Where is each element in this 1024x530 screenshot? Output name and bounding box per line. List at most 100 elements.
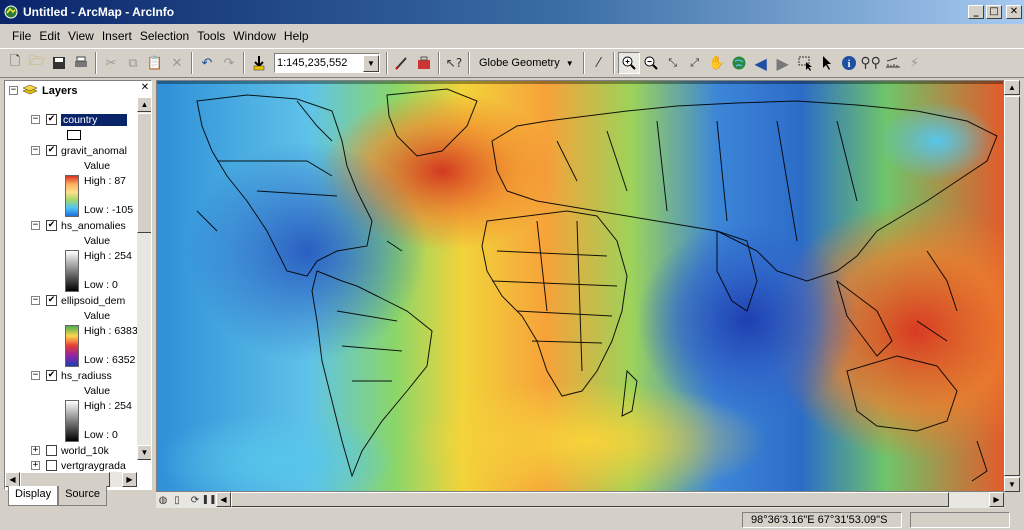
- map-display[interactable]: [156, 80, 1004, 492]
- expand-icon[interactable]: +: [31, 446, 40, 455]
- collapse-icon[interactable]: −: [31, 371, 40, 380]
- layer-hs-anomalies[interactable]: − ✔ hs_anomalies: [31, 218, 126, 233]
- layout-view-page-icon[interactable]: ▯: [170, 493, 184, 507]
- select-elements-arrow-icon[interactable]: [816, 52, 838, 74]
- scrollbar-thumb[interactable]: [231, 492, 949, 507]
- fixed-zoom-out-icon[interactable]: ⤢: [684, 52, 706, 74]
- layer-name[interactable]: hs_radiuss: [61, 370, 112, 382]
- go-back-arrow-icon[interactable]: ◀: [750, 52, 772, 74]
- collapse-icon[interactable]: −: [31, 221, 40, 230]
- map-horizontal-scrollbar[interactable]: ◍ ▯ ⟳ ❚❚ ◀ ▶: [156, 492, 1004, 508]
- tab-source[interactable]: Source: [58, 486, 107, 506]
- scroll-up-arrow-icon[interactable]: ▲: [137, 97, 151, 112]
- zoom-out-icon[interactable]: [640, 52, 662, 74]
- scroll-down-arrow-icon[interactable]: ▼: [137, 445, 151, 460]
- arctoolbox-icon[interactable]: [413, 52, 435, 74]
- fixed-zoom-in-icon[interactable]: ⤡: [662, 52, 684, 74]
- scrollbar-thumb[interactable]: [137, 113, 151, 233]
- print-icon[interactable]: [70, 52, 92, 74]
- close-icon[interactable]: ✕: [139, 81, 151, 93]
- layer-world-10k[interactable]: + world_10k: [31, 443, 109, 458]
- minimize-button[interactable]: _: [968, 5, 984, 19]
- find-binoculars-icon[interactable]: ⚲⚲: [860, 52, 882, 74]
- menu-help[interactable]: Help: [280, 27, 313, 45]
- polygon-symbol-swatch[interactable]: [67, 130, 81, 140]
- magic-wand-icon[interactable]: ⁄: [588, 52, 610, 74]
- layer-name[interactable]: ellipsoid_dem: [61, 295, 125, 307]
- collapse-icon[interactable]: −: [31, 115, 40, 124]
- menu-insert[interactable]: Insert: [98, 27, 136, 45]
- layer-name[interactable]: world_10k: [61, 445, 109, 457]
- menu-selection[interactable]: Selection: [136, 27, 193, 45]
- pause-drawing-icon[interactable]: ❚❚: [201, 493, 216, 507]
- data-view-globe-icon[interactable]: ◍: [156, 493, 170, 507]
- scroll-up-arrow-icon[interactable]: ▲: [1004, 80, 1020, 95]
- measure-icon[interactable]: [882, 52, 904, 74]
- menu-tools[interactable]: Tools: [193, 27, 229, 45]
- full-extent-globe-icon[interactable]: [728, 52, 750, 74]
- cut-icon[interactable]: ✂: [100, 52, 122, 74]
- go-forward-arrow-icon[interactable]: ▶: [772, 52, 794, 74]
- layer-name[interactable]: gravit_anomal: [61, 145, 127, 157]
- collapse-icon[interactable]: −: [9, 86, 18, 95]
- expand-icon[interactable]: +: [31, 461, 40, 470]
- layer-visibility-checkbox[interactable]: ✔: [46, 114, 57, 125]
- title-bar: Untitled - ArcMap - ArcInfo _ □ ✕: [0, 0, 1024, 24]
- whats-this-help-icon[interactable]: ↖?: [443, 52, 465, 74]
- layer-name[interactable]: vertgraygrada: [61, 460, 126, 472]
- zoom-in-icon[interactable]: [617, 52, 640, 74]
- open-folder-icon[interactable]: 🗁: [26, 52, 48, 74]
- layer-name[interactable]: country: [61, 113, 127, 126]
- copy-icon[interactable]: ⧉: [122, 52, 144, 74]
- scrollbar-thumb[interactable]: [1004, 96, 1020, 476]
- chevron-down-icon[interactable]: ▼: [363, 54, 379, 72]
- refresh-view-icon[interactable]: ⟳: [188, 493, 202, 507]
- toc-vertical-scrollbar[interactable]: ▲ ▼: [137, 97, 151, 460]
- layer-visibility-checkbox[interactable]: ✔: [46, 145, 57, 156]
- redo-icon[interactable]: ↷: [218, 52, 240, 74]
- pan-hand-icon[interactable]: ✋: [706, 52, 728, 74]
- layer-gravit-anomal[interactable]: − ✔ gravit_anomal: [31, 143, 127, 158]
- paste-icon[interactable]: 📋: [144, 52, 166, 74]
- maximize-button[interactable]: □: [986, 5, 1002, 19]
- menu-file[interactable]: File: [8, 27, 35, 45]
- scrollbar-thumb[interactable]: [20, 472, 110, 487]
- map-scale-combo[interactable]: 1:145,235,552 ▼: [274, 53, 380, 73]
- scroll-left-arrow-icon[interactable]: ◀: [216, 492, 231, 507]
- scroll-down-arrow-icon[interactable]: ▼: [1004, 477, 1020, 492]
- layer-name[interactable]: hs_anomalies: [61, 220, 126, 232]
- scroll-left-arrow-icon[interactable]: ◀: [5, 472, 20, 487]
- toc-root-layers[interactable]: − Layers: [9, 83, 77, 98]
- globe-geometry-dropdown[interactable]: Globe Geometry ▼: [473, 52, 580, 74]
- layer-visibility-checkbox[interactable]: [46, 445, 57, 456]
- hyperlink-lightning-icon[interactable]: ⚡: [904, 52, 926, 74]
- layer-visibility-checkbox[interactable]: ✔: [46, 370, 57, 381]
- layer-vertgraygrada[interactable]: + vertgraygrada: [31, 458, 126, 473]
- close-button[interactable]: ✕: [1006, 5, 1022, 19]
- delete-icon[interactable]: ✕: [166, 52, 188, 74]
- layer-country[interactable]: − ✔ country: [31, 112, 127, 127]
- layer-hs-radiuss[interactable]: − ✔ hs_radiuss: [31, 368, 112, 383]
- map-vertical-scrollbar[interactable]: ▲ ▼: [1004, 80, 1020, 492]
- menu-window[interactable]: Window: [229, 27, 280, 45]
- menu-edit[interactable]: Edit: [35, 27, 64, 45]
- layer-visibility-checkbox[interactable]: ✔: [46, 220, 57, 231]
- layer-ellipsoid-dem[interactable]: − ✔ ellipsoid_dem: [31, 293, 125, 308]
- gravity-anomaly-map[interactable]: [157, 81, 1004, 492]
- scroll-right-arrow-icon[interactable]: ▶: [122, 472, 137, 487]
- menu-view[interactable]: View: [64, 27, 98, 45]
- save-icon[interactable]: [48, 52, 70, 74]
- toc-horizontal-scrollbar[interactable]: ◀ ▶: [5, 472, 137, 487]
- undo-icon[interactable]: ↶: [196, 52, 218, 74]
- collapse-icon[interactable]: −: [31, 146, 40, 155]
- layer-visibility-checkbox[interactable]: ✔: [46, 295, 57, 306]
- layer-visibility-checkbox[interactable]: [46, 460, 57, 471]
- collapse-icon[interactable]: −: [31, 296, 40, 305]
- add-data-icon[interactable]: [248, 52, 270, 74]
- new-document-icon[interactable]: 🗋: [4, 52, 26, 74]
- scroll-right-arrow-icon[interactable]: ▶: [989, 492, 1004, 507]
- identify-icon[interactable]: i: [838, 52, 860, 74]
- tab-display[interactable]: Display: [8, 486, 59, 506]
- editor-toolbar-icon[interactable]: [391, 52, 413, 74]
- select-features-icon[interactable]: [794, 52, 816, 74]
